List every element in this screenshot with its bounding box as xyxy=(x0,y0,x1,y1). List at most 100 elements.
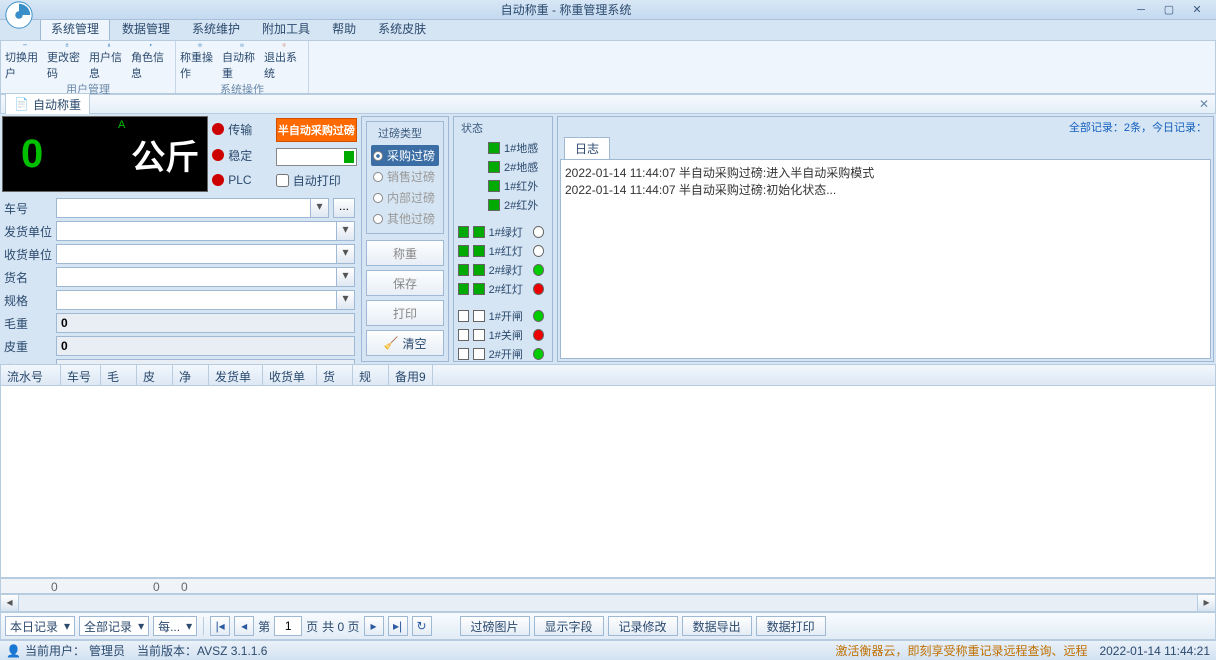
menu-addons[interactable]: 附加工具 xyxy=(252,17,320,40)
every-combo[interactable]: 每...▾ xyxy=(153,616,197,636)
status-group: 状态 1#地感 2#地感 1#红外 2#红外 1#绿灯 1#红灯 2#绿灯 2#… xyxy=(458,121,548,381)
save-button[interactable]: 保存 xyxy=(366,270,444,296)
progress-indicator xyxy=(276,148,357,166)
print-data-button[interactable]: 数据打印 xyxy=(756,616,826,636)
status-ir-1: 1#红外 xyxy=(458,178,548,194)
statusbar: 👤当前用户：管理员 当前版本：AVSZ 3.1.1.6 激活衡器云，即刻享受称重… xyxy=(0,640,1216,660)
document-tabs: 📄 自动称重 ✕ xyxy=(0,94,1216,114)
gate-1-close[interactable]: 1#关闸 xyxy=(458,327,548,343)
light-2-red[interactable]: 2#红灯 xyxy=(458,281,548,297)
close-button[interactable]: ✕ xyxy=(1188,3,1206,17)
log-panel[interactable]: 2022-01-14 11:44:07 半自动采购过磅:进入半自动采购模式 20… xyxy=(560,159,1211,359)
menu-data-mgmt[interactable]: 数据管理 xyxy=(112,17,180,40)
gate-1-open[interactable]: 1#开闸 xyxy=(458,308,548,324)
gate-2-open[interactable]: 2#开闸 xyxy=(458,346,548,362)
exit-system-button[interactable]: 退出系统 xyxy=(264,43,304,81)
scroll-left-button[interactable]: ◂ xyxy=(1,595,19,611)
tab-close-button[interactable]: ✕ xyxy=(1199,97,1209,111)
vehicle-browse-button[interactable]: ... xyxy=(333,198,355,218)
radio-sale[interactable]: 销售过磅 xyxy=(371,166,439,187)
change-password-button[interactable]: 更改密码 xyxy=(47,43,87,81)
status-user: 👤当前用户：管理员 xyxy=(6,642,125,659)
all-filter-combo[interactable]: 全部记录▾ xyxy=(79,616,149,636)
window-title: 自动称重 - 称重管理系统 xyxy=(0,1,1132,18)
vehicle-input[interactable] xyxy=(56,198,311,218)
eraser-icon: 🧹 xyxy=(384,336,399,350)
weight-unit: 公斤 xyxy=(131,130,199,179)
mode-button[interactable]: 半自动采购过磅 xyxy=(276,118,357,142)
weight-display: A 0 公斤 xyxy=(2,116,208,192)
weigh-type-group: 过磅类型 采购过磅 销售过磅 内部过磅 其他过磅 xyxy=(366,121,444,234)
first-page-button[interactable]: |◂ xyxy=(210,616,230,636)
log-line: 2022-01-14 11:44:07 半自动采购过磅:初始化状态... xyxy=(565,181,1206,198)
weigh-ops-button[interactable]: 称重操作 xyxy=(180,43,220,81)
auto-print-checkbox[interactable]: 自动打印 xyxy=(276,172,357,189)
menu-system-maint[interactable]: 系统维护 xyxy=(182,17,250,40)
menu-skin[interactable]: 系统皮肤 xyxy=(368,17,436,40)
refresh-button[interactable]: ↻ xyxy=(412,616,432,636)
tab-log[interactable]: 日志 xyxy=(564,137,610,159)
prev-page-button[interactable]: ◂ xyxy=(234,616,254,636)
status-ir-2: 2#红外 xyxy=(458,197,548,213)
grid-ruler: 000 xyxy=(0,578,1216,594)
grid-hscroll[interactable]: ◂ ▸ xyxy=(0,594,1216,612)
light-2-green[interactable]: 2#绿灯 xyxy=(458,262,548,278)
gross-value: 0 xyxy=(56,313,355,333)
scroll-right-button[interactable]: ▸ xyxy=(1197,595,1215,611)
led-plc: PLC xyxy=(212,173,271,187)
light-1-green[interactable]: 1#绿灯 xyxy=(458,224,548,240)
receiver-dropdown[interactable]: ▾ xyxy=(337,244,355,264)
radio-internal[interactable]: 内部过磅 xyxy=(371,187,439,208)
goods-input[interactable] xyxy=(56,267,337,287)
maximize-button[interactable]: ▢ xyxy=(1160,3,1178,17)
grid-header: 流水号 车号 毛重 皮重 净重 发货单位 收货单位 货名 规格 备用9 xyxy=(0,364,1216,386)
page-input[interactable] xyxy=(274,616,302,636)
weigh-form: 车号▾... 发货单位▾ 收货单位▾ 货名▾ 规格▾ 毛重0 皮重0 净重0 xyxy=(2,194,357,386)
tab-auto-weigh[interactable]: 📄 自动称重 xyxy=(5,93,90,116)
sender-dropdown[interactable]: ▾ xyxy=(337,221,355,241)
status-sense-2: 2#地感 xyxy=(458,159,548,175)
status-version: 当前版本：AVSZ 3.1.1.6 xyxy=(137,642,268,659)
pager-toolbar: 本日记录▾ 全部记录▾ 每...▾ |◂ ◂ 第 页 共 0 页 ▸ ▸| ↻ … xyxy=(0,612,1216,640)
minimize-button[interactable]: ─ xyxy=(1132,3,1150,17)
led-stable: 稳定 xyxy=(212,147,271,164)
weigh-image-button[interactable]: 过磅图片 xyxy=(460,616,530,636)
menu-help[interactable]: 帮助 xyxy=(322,17,366,40)
role-info-button[interactable]: 角色信息 xyxy=(131,43,171,81)
show-fields-button[interactable]: 显示字段 xyxy=(534,616,604,636)
status-sense-1: 1#地感 xyxy=(458,140,548,156)
menubar: 系统管理 数据管理 系统维护 附加工具 帮助 系统皮肤 xyxy=(0,20,1216,40)
goods-dropdown[interactable]: ▾ xyxy=(337,267,355,287)
record-count: 全部记录：2条，今日记录： xyxy=(558,117,1213,137)
tick-indicator: A xyxy=(118,119,125,131)
spec-dropdown[interactable]: ▾ xyxy=(337,290,355,310)
light-1-red[interactable]: 1#红灯 xyxy=(458,243,548,259)
print-button[interactable]: 打印 xyxy=(366,300,444,326)
titlebar: 自动称重 - 称重管理系统 ─ ▢ ✕ xyxy=(0,0,1216,20)
spec-input[interactable] xyxy=(56,290,337,310)
status-time: 2022-01-14 11:44:21 xyxy=(1099,644,1210,658)
clear-button[interactable]: 🧹清空 xyxy=(366,330,444,356)
weight-value: 0 xyxy=(21,132,43,177)
grid-body[interactable] xyxy=(0,386,1216,578)
radio-other[interactable]: 其他过磅 xyxy=(371,208,439,229)
log-line: 2022-01-14 11:44:07 半自动采购过磅:进入半自动采购模式 xyxy=(565,164,1206,181)
edit-record-button[interactable]: 记录修改 xyxy=(608,616,678,636)
radio-purchase[interactable]: 采购过磅 xyxy=(371,145,439,166)
export-data-button[interactable]: 数据导出 xyxy=(682,616,752,636)
vehicle-dropdown[interactable]: ▾ xyxy=(311,198,329,218)
status-cloud-msg[interactable]: 激活衡器云，即刻享受称重记录远程查询、远程 xyxy=(835,642,1087,659)
last-page-button[interactable]: ▸| xyxy=(388,616,408,636)
auto-weigh-button[interactable]: 自动称重 xyxy=(222,43,262,81)
led-transmission: 传输 xyxy=(212,121,271,138)
today-filter-combo[interactable]: 本日记录▾ xyxy=(5,616,75,636)
weigh-button[interactable]: 称重 xyxy=(366,240,444,266)
receiver-input[interactable] xyxy=(56,244,337,264)
next-page-button[interactable]: ▸ xyxy=(364,616,384,636)
sender-input[interactable] xyxy=(56,221,337,241)
switch-user-button[interactable]: 切换用户 xyxy=(5,43,45,81)
document-icon: 📄 xyxy=(14,97,29,111)
led-panel: 传输 稳定 PLC xyxy=(212,116,271,192)
user-icon: 👤 xyxy=(6,644,21,658)
user-info-button[interactable]: 用户信息 xyxy=(89,43,129,81)
